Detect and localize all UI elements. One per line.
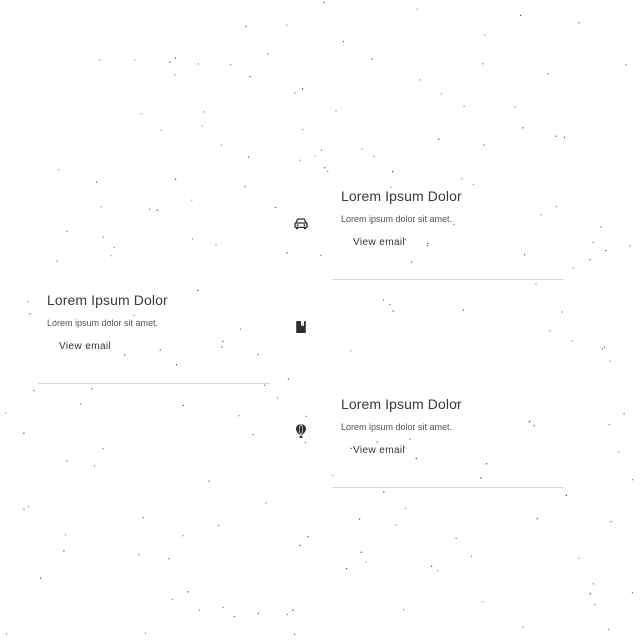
car-icon (293, 216, 309, 232)
view-email-button[interactable]: View email (59, 341, 111, 352)
timeline-card: Lorem Ipsum Dolor Lorem ipsum dolor sit … (332, 392, 564, 488)
hot-air-balloon-icon (293, 423, 309, 439)
view-email-button[interactable]: View email (353, 237, 405, 248)
card-text: Lorem ipsum dolor sit amet. (341, 214, 453, 224)
book-icon (293, 319, 309, 335)
timeline-card: Lorem Ipsum Dolor Lorem ipsum dolor sit … (38, 288, 270, 384)
view-email-button[interactable]: View email (353, 445, 405, 456)
card-title: Lorem Ipsum Dolor (341, 396, 462, 412)
card-title: Lorem Ipsum Dolor (47, 292, 168, 308)
card-title: Lorem Ipsum Dolor (341, 188, 462, 204)
card-text: Lorem ipsum dolor sit amet. (341, 422, 453, 432)
card-text: Lorem ipsum dolor sit amet. (47, 318, 159, 328)
timeline-card: Lorem Ipsum Dolor Lorem ipsum dolor sit … (332, 184, 564, 280)
